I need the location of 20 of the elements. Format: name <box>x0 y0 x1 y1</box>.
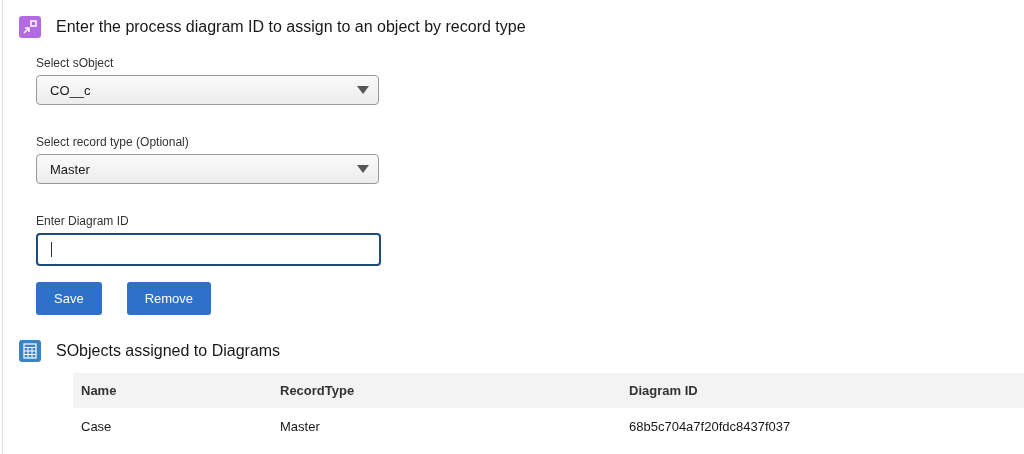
field-label: Select record type (Optional) <box>36 135 189 149</box>
table-cell: Master <box>272 408 621 444</box>
diagram-icon <box>19 16 41 38</box>
select-dropdown[interactable]: Master <box>36 154 379 184</box>
select-dropdown[interactable]: CO__c <box>36 75 379 105</box>
caret-icon <box>357 86 369 94</box>
column-header: Diagram ID <box>621 373 1024 408</box>
table-cell: 68b5c704a7f20fdc8437f037 <box>621 408 1024 444</box>
column-header: RecordType <box>272 373 621 408</box>
table-cell: Case <box>73 408 272 444</box>
table-icon <box>19 340 41 362</box>
section-title: SObjects assigned to Diagrams <box>56 342 281 360</box>
action-button[interactable]: Save <box>36 282 102 315</box>
field-label: Enter Diagram ID <box>36 214 129 228</box>
caret-icon <box>357 165 369 173</box>
input-field[interactable] <box>36 233 381 266</box>
action-button[interactable]: Remove <box>126 282 212 315</box>
column-header: Name <box>73 373 272 408</box>
field-label: Select sObject <box>36 56 114 70</box>
section-title: Enter the process diagram ID to assign to an object by record type <box>56 18 526 36</box>
